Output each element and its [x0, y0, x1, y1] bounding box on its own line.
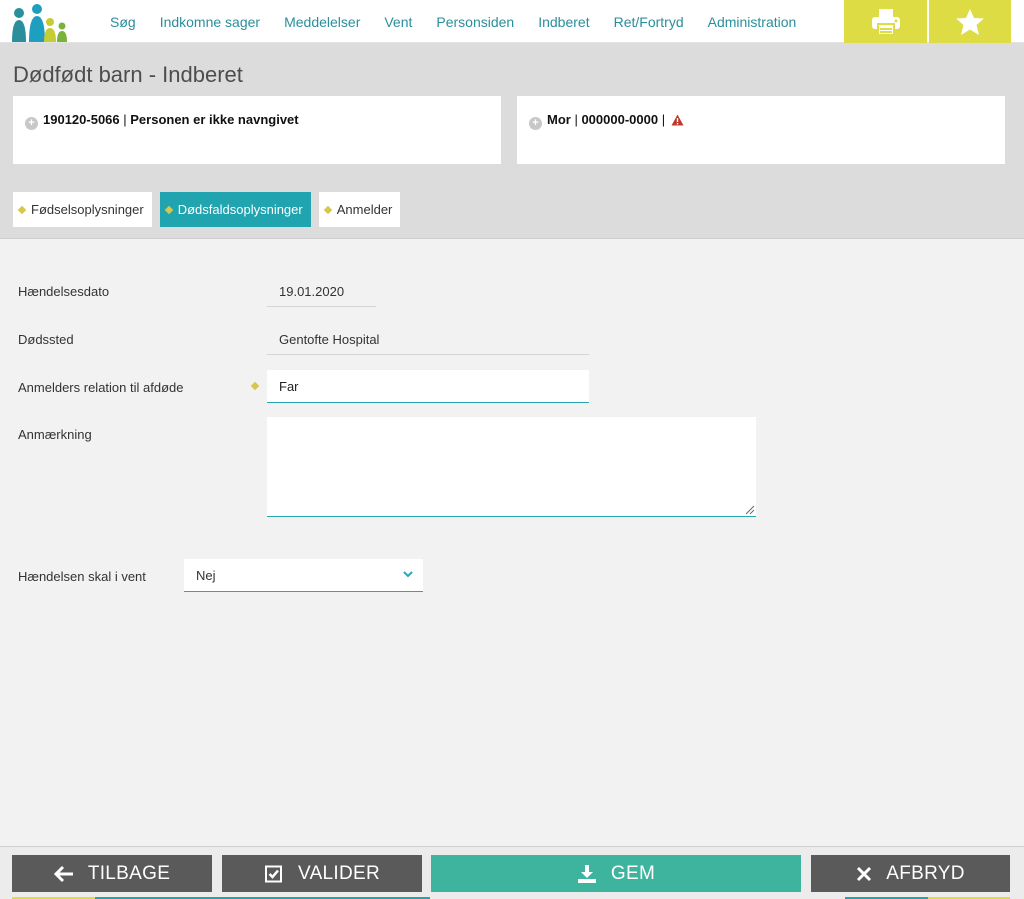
save-label: GEM	[610, 862, 656, 884]
nav-item-meddelelser[interactable]: Meddelelser	[272, 14, 372, 30]
diamond-icon	[17, 205, 27, 214]
logo-icon[interactable]	[10, 2, 70, 42]
warning-icon	[671, 114, 684, 126]
tab-label: Anmelder	[336, 202, 393, 217]
mother-cpr: 000000-0000	[581, 112, 659, 127]
remark-textarea[interactable]	[267, 417, 756, 517]
tab-foedselsoplysninger[interactable]: Fødselsoplysninger	[13, 192, 152, 227]
cancel-label: AFBRYD	[886, 862, 965, 884]
close-icon	[857, 866, 872, 881]
nav-item-vent[interactable]: Vent	[372, 14, 424, 30]
mother-trail: |	[658, 112, 666, 127]
mother-separator: |	[570, 112, 582, 127]
nav-item-indkomne-sager[interactable]: Indkomne sager	[148, 14, 272, 30]
checkbox-icon	[265, 865, 282, 882]
mother-label: Mor	[547, 112, 571, 127]
child-name: Personen er ikke navngivet	[130, 112, 299, 127]
resize-grip-icon[interactable]	[745, 505, 755, 515]
remark-label: Anmærkning	[18, 427, 92, 442]
tab-label: Fødselsoplysninger	[31, 202, 144, 217]
back-label: TILBAGE	[87, 862, 171, 884]
nav-item-ret-fortryd[interactable]: Ret/Fortryd	[602, 14, 696, 30]
wait-label: Hændelsen skal i vent	[18, 569, 146, 584]
diamond-icon	[323, 205, 332, 214]
arrow-left-icon	[53, 865, 73, 882]
nav-item-indberet[interactable]: Indberet	[526, 14, 601, 30]
nav-item-soeg[interactable]: Søg	[98, 14, 148, 30]
printer-icon	[871, 8, 900, 36]
tab-anmelder[interactable]: Anmelder	[318, 192, 401, 227]
section-tabs: Fødselsoplysninger Dødsfaldsoplysninger …	[13, 192, 401, 227]
nav-item-personsiden[interactable]: Personsiden	[424, 14, 526, 30]
validate-button[interactable]: VALIDER	[222, 855, 422, 892]
relation-label: Anmelders relation til afdøde	[18, 380, 184, 395]
place-label: Dødssted	[18, 332, 74, 347]
plus-circle-icon[interactable]: +	[25, 117, 38, 130]
page-title: Dødfødt barn - Indberet	[13, 62, 243, 87]
event-date-value: 19.01.2020	[267, 277, 376, 307]
back-button[interactable]: TILBAGE	[12, 855, 212, 892]
event-date-label: Hændelsesdato	[18, 284, 110, 299]
top-navigation: Søg Indkomne sager Meddelelser Vent Pers…	[0, 0, 1024, 43]
save-button[interactable]: GEM	[431, 855, 801, 892]
relation-input[interactable]	[267, 370, 589, 403]
bottom-action-bar: TILBAGE VALIDER GEM AFBRYD	[0, 846, 1024, 899]
place-value: Gentofte Hospital	[267, 325, 589, 355]
plus-circle-icon[interactable]: +	[529, 117, 542, 130]
wait-select-value: Nej	[196, 568, 216, 583]
header-area: Dødfødt barn - Indberet +190120-5066 | P…	[0, 43, 1024, 239]
tab-label: Dødsfaldsoplysninger	[177, 202, 303, 217]
nav-links: Søg Indkomne sager Meddelelser Vent Pers…	[98, 0, 808, 43]
download-icon	[577, 864, 596, 883]
child-separator: |	[119, 112, 131, 127]
diamond-icon	[164, 205, 173, 214]
child-person-card[interactable]: +190120-5066 | Personen er ikke navngive…	[13, 96, 501, 164]
child-cpr: 190120-5066	[43, 112, 120, 127]
wait-select[interactable]: Nej	[184, 559, 423, 592]
required-diamond-icon	[250, 381, 260, 391]
chevron-down-icon	[403, 571, 413, 578]
favorite-button[interactable]	[929, 0, 1011, 43]
mother-person-card[interactable]: + Mor | 000000-0000 |	[517, 96, 1005, 164]
nav-item-administration[interactable]: Administration	[696, 14, 809, 30]
star-icon	[956, 8, 984, 35]
print-button[interactable]	[844, 0, 927, 43]
tab-doedsfaldsoplysninger[interactable]: Dødsfaldsoplysninger	[159, 192, 311, 227]
validate-label: VALIDER	[298, 862, 380, 884]
cancel-button[interactable]: AFBRYD	[811, 855, 1010, 892]
